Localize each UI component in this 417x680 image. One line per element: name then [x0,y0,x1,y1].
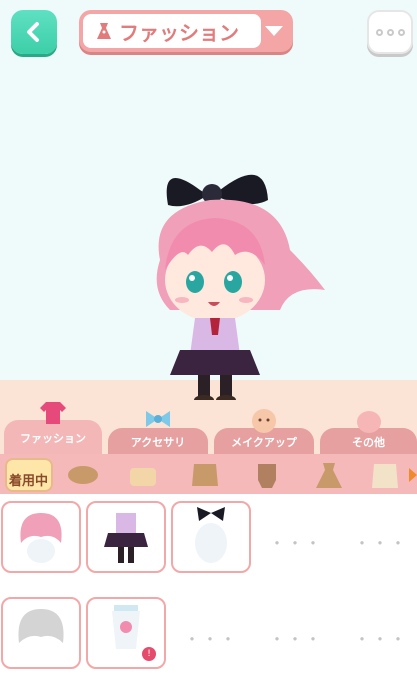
overalls-icon[interactable] [250,460,284,490]
other-icon [356,411,381,433]
chevron-left-icon [27,22,39,42]
ribbon-icon [146,411,170,427]
caret-down-icon [265,26,283,36]
pink-hair-item[interactable] [1,501,81,573]
subcategory-bar: 着用中 [0,454,417,494]
white-hair-item[interactable] [1,597,81,669]
wearing-label: 着用中 [9,474,49,489]
notification-badge: ! [142,647,156,661]
dress-icon [97,23,111,39]
hair-icon[interactable] [66,460,100,490]
empty-slot: ・・・ [353,630,408,649]
top-icon[interactable] [126,460,160,490]
tab-other[interactable]: その他 [320,411,417,456]
items-grid: ・・・ ・・・ ! ・・・ ・・・ ・・・ [0,494,417,680]
back-button[interactable] [11,10,57,54]
ellipsis-icon [375,28,383,36]
dress-icon[interactable] [312,460,346,490]
empty-slot: ・・・ [268,630,323,649]
category-dropdown[interactable]: ファッション [79,10,293,52]
category-tabs: ファッション アクセサリ メイクアップ その他 [0,400,417,456]
school-uniform-item[interactable] [86,501,166,573]
black-ribbon-item[interactable] [171,501,251,573]
face-icon [252,409,276,433]
more-button[interactable] [367,10,413,54]
empty-slot: ・・・ [268,534,323,553]
wearing-filter-button[interactable]: 着用中 [5,458,53,492]
scroll-right-icon[interactable] [409,468,417,482]
clothes-icon [40,402,66,424]
category-label: ファッション [119,20,239,45]
bottle-item[interactable]: ! [86,597,166,669]
coat-icon[interactable] [368,460,402,490]
tab-accessory[interactable]: アクセサリ [108,411,208,456]
empty-slot: ・・・ [183,630,238,649]
tab-makeup[interactable]: メイクアップ [214,409,314,456]
avatar-character[interactable] [140,150,325,405]
outfit-icon[interactable] [188,460,222,490]
empty-slot: ・・・ [353,534,408,553]
tab-fashion[interactable]: ファッション [4,402,102,456]
